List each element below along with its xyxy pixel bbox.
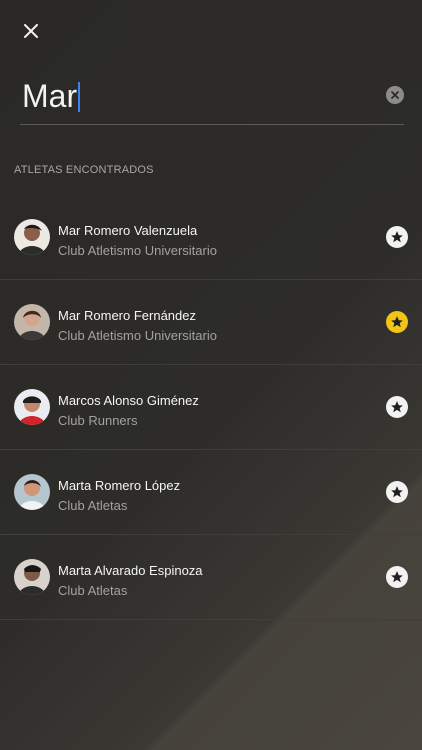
athlete-club: Club Atletas <box>58 583 128 598</box>
star-icon <box>391 571 403 583</box>
star-icon <box>391 486 403 498</box>
close-button[interactable] <box>18 18 44 44</box>
avatar <box>14 474 50 510</box>
favorite-toggle[interactable] <box>386 396 408 418</box>
search-text: Mar <box>22 78 78 114</box>
avatar <box>14 304 50 340</box>
athlete-name: Mar Romero Fernández <box>58 308 196 323</box>
athlete-row[interactable]: Mar Romero Fernández Club Atletismo Univ… <box>0 280 422 365</box>
search-bar: Mar <box>20 70 404 125</box>
avatar <box>14 559 50 595</box>
athlete-name: Mar Romero Valenzuela <box>58 223 198 238</box>
athlete-name: Marcos Alonso Giménez <box>58 393 199 408</box>
star-icon <box>391 401 403 413</box>
close-icon <box>24 24 38 38</box>
athlete-row[interactable]: Marta Alvarado Espinoza Club Atletas <box>0 535 422 620</box>
section-title: ATLETAS ENCONTRADOS <box>14 164 154 176</box>
avatar <box>14 389 50 425</box>
athlete-row[interactable]: Marcos Alonso Giménez Club Runners <box>0 365 422 450</box>
clear-icon <box>391 91 399 99</box>
favorite-toggle[interactable] <box>386 481 408 503</box>
favorite-toggle[interactable] <box>386 226 408 248</box>
athlete-club: Club Atletismo Universitario <box>58 328 217 343</box>
athlete-list: Mar Romero Valenzuela Club Atletismo Uni… <box>0 195 422 620</box>
star-icon <box>391 316 403 328</box>
star-icon <box>391 231 403 243</box>
athlete-name: Marta Alvarado Espinoza <box>58 563 203 578</box>
athlete-name: Marta Romero López <box>58 478 181 493</box>
favorite-toggle[interactable] <box>386 566 408 588</box>
athlete-row[interactable]: Mar Romero Valenzuela Club Atletismo Uni… <box>0 195 422 280</box>
favorite-toggle[interactable] <box>386 311 408 333</box>
athlete-club: Club Runners <box>58 413 138 428</box>
athlete-row[interactable]: Marta Romero López Club Atletas <box>0 450 422 535</box>
clear-search-button[interactable] <box>386 86 404 104</box>
search-input[interactable]: Mar <box>22 78 81 115</box>
avatar <box>14 219 50 255</box>
athlete-club: Club Atletas <box>58 498 128 513</box>
athlete-club: Club Atletismo Universitario <box>58 243 217 258</box>
text-caret <box>78 82 81 112</box>
